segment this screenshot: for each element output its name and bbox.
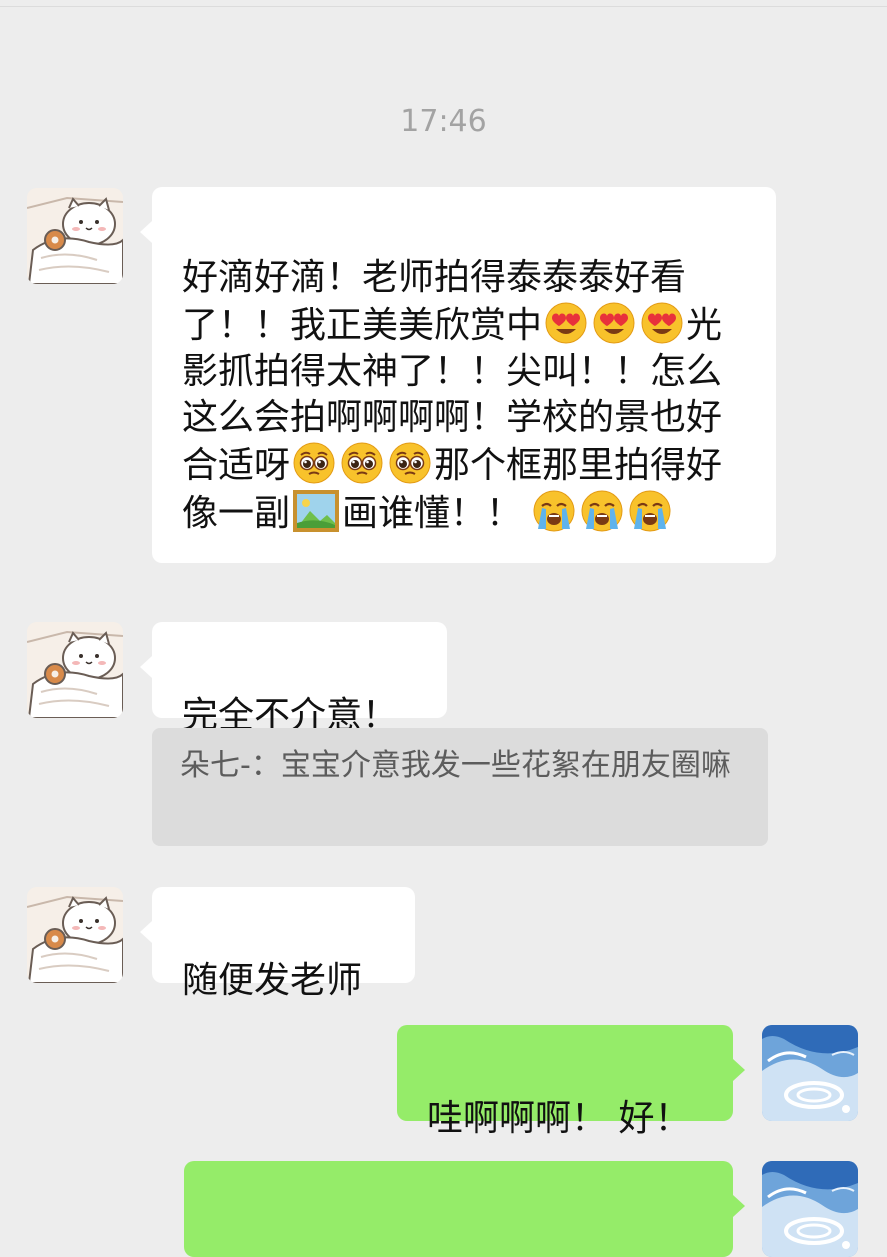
message-text: 哇啊啊啊！ 好！: [427, 1098, 691, 1139]
self-avatar[interactable]: [762, 1161, 858, 1257]
quoted-message-text: 朵七-：宝宝介意我发一些花絮在朋友圈嘛: [180, 748, 731, 783]
contact-avatar[interactable]: [27, 887, 123, 983]
blue-water-avatar-icon: [762, 1161, 858, 1257]
pleading-face-emoji-icon: [340, 441, 384, 485]
framed-picture-emoji-icon: [292, 489, 340, 533]
loudly-crying-emoji-icon: [628, 489, 672, 533]
heart-eyes-emoji-icon: [544, 301, 588, 345]
pleading-face-emoji-icon: [388, 441, 432, 485]
heart-eyes-emoji-icon: [640, 301, 684, 345]
self-avatar[interactable]: [762, 1025, 858, 1121]
cartoon-cat-avatar-icon: [27, 622, 123, 718]
cartoon-cat-avatar-icon: [27, 887, 123, 983]
loudly-crying-emoji-icon: [532, 489, 576, 533]
message-bubble-1[interactable]: 好滴好滴！老师拍得泰泰泰好看了！！我正美美欣赏中 光影抓拍得太神了！！尖叫！！怎么…: [140, 187, 776, 563]
message-text: 随便发老师: [182, 960, 363, 1001]
cartoon-cat-avatar-icon: [27, 188, 123, 284]
top-divider: [0, 6, 887, 7]
loudly-crying-emoji-icon: [580, 489, 624, 533]
quoted-message[interactable]: 朵七-：宝宝介意我发一些花絮在朋友圈嘛: [152, 728, 768, 846]
message-bubble-3[interactable]: 随便发老师: [140, 887, 415, 1001]
blue-water-avatar-icon: [762, 1025, 858, 1121]
heart-eyes-emoji-icon: [592, 301, 636, 345]
chat-timestamp: 17:46: [400, 104, 487, 139]
contact-avatar[interactable]: [27, 622, 123, 718]
pleading-face-emoji-icon: [292, 441, 336, 485]
message-bubble-2[interactable]: 完全不介意！: [140, 622, 447, 736]
contact-avatar[interactable]: [27, 188, 123, 284]
message-bubble-4[interactable]: 哇啊啊啊！ 好！: [397, 1025, 745, 1139]
message-bubble-5[interactable]: [184, 1161, 745, 1257]
message-text-segment: 画谁懂！！: [342, 493, 523, 534]
